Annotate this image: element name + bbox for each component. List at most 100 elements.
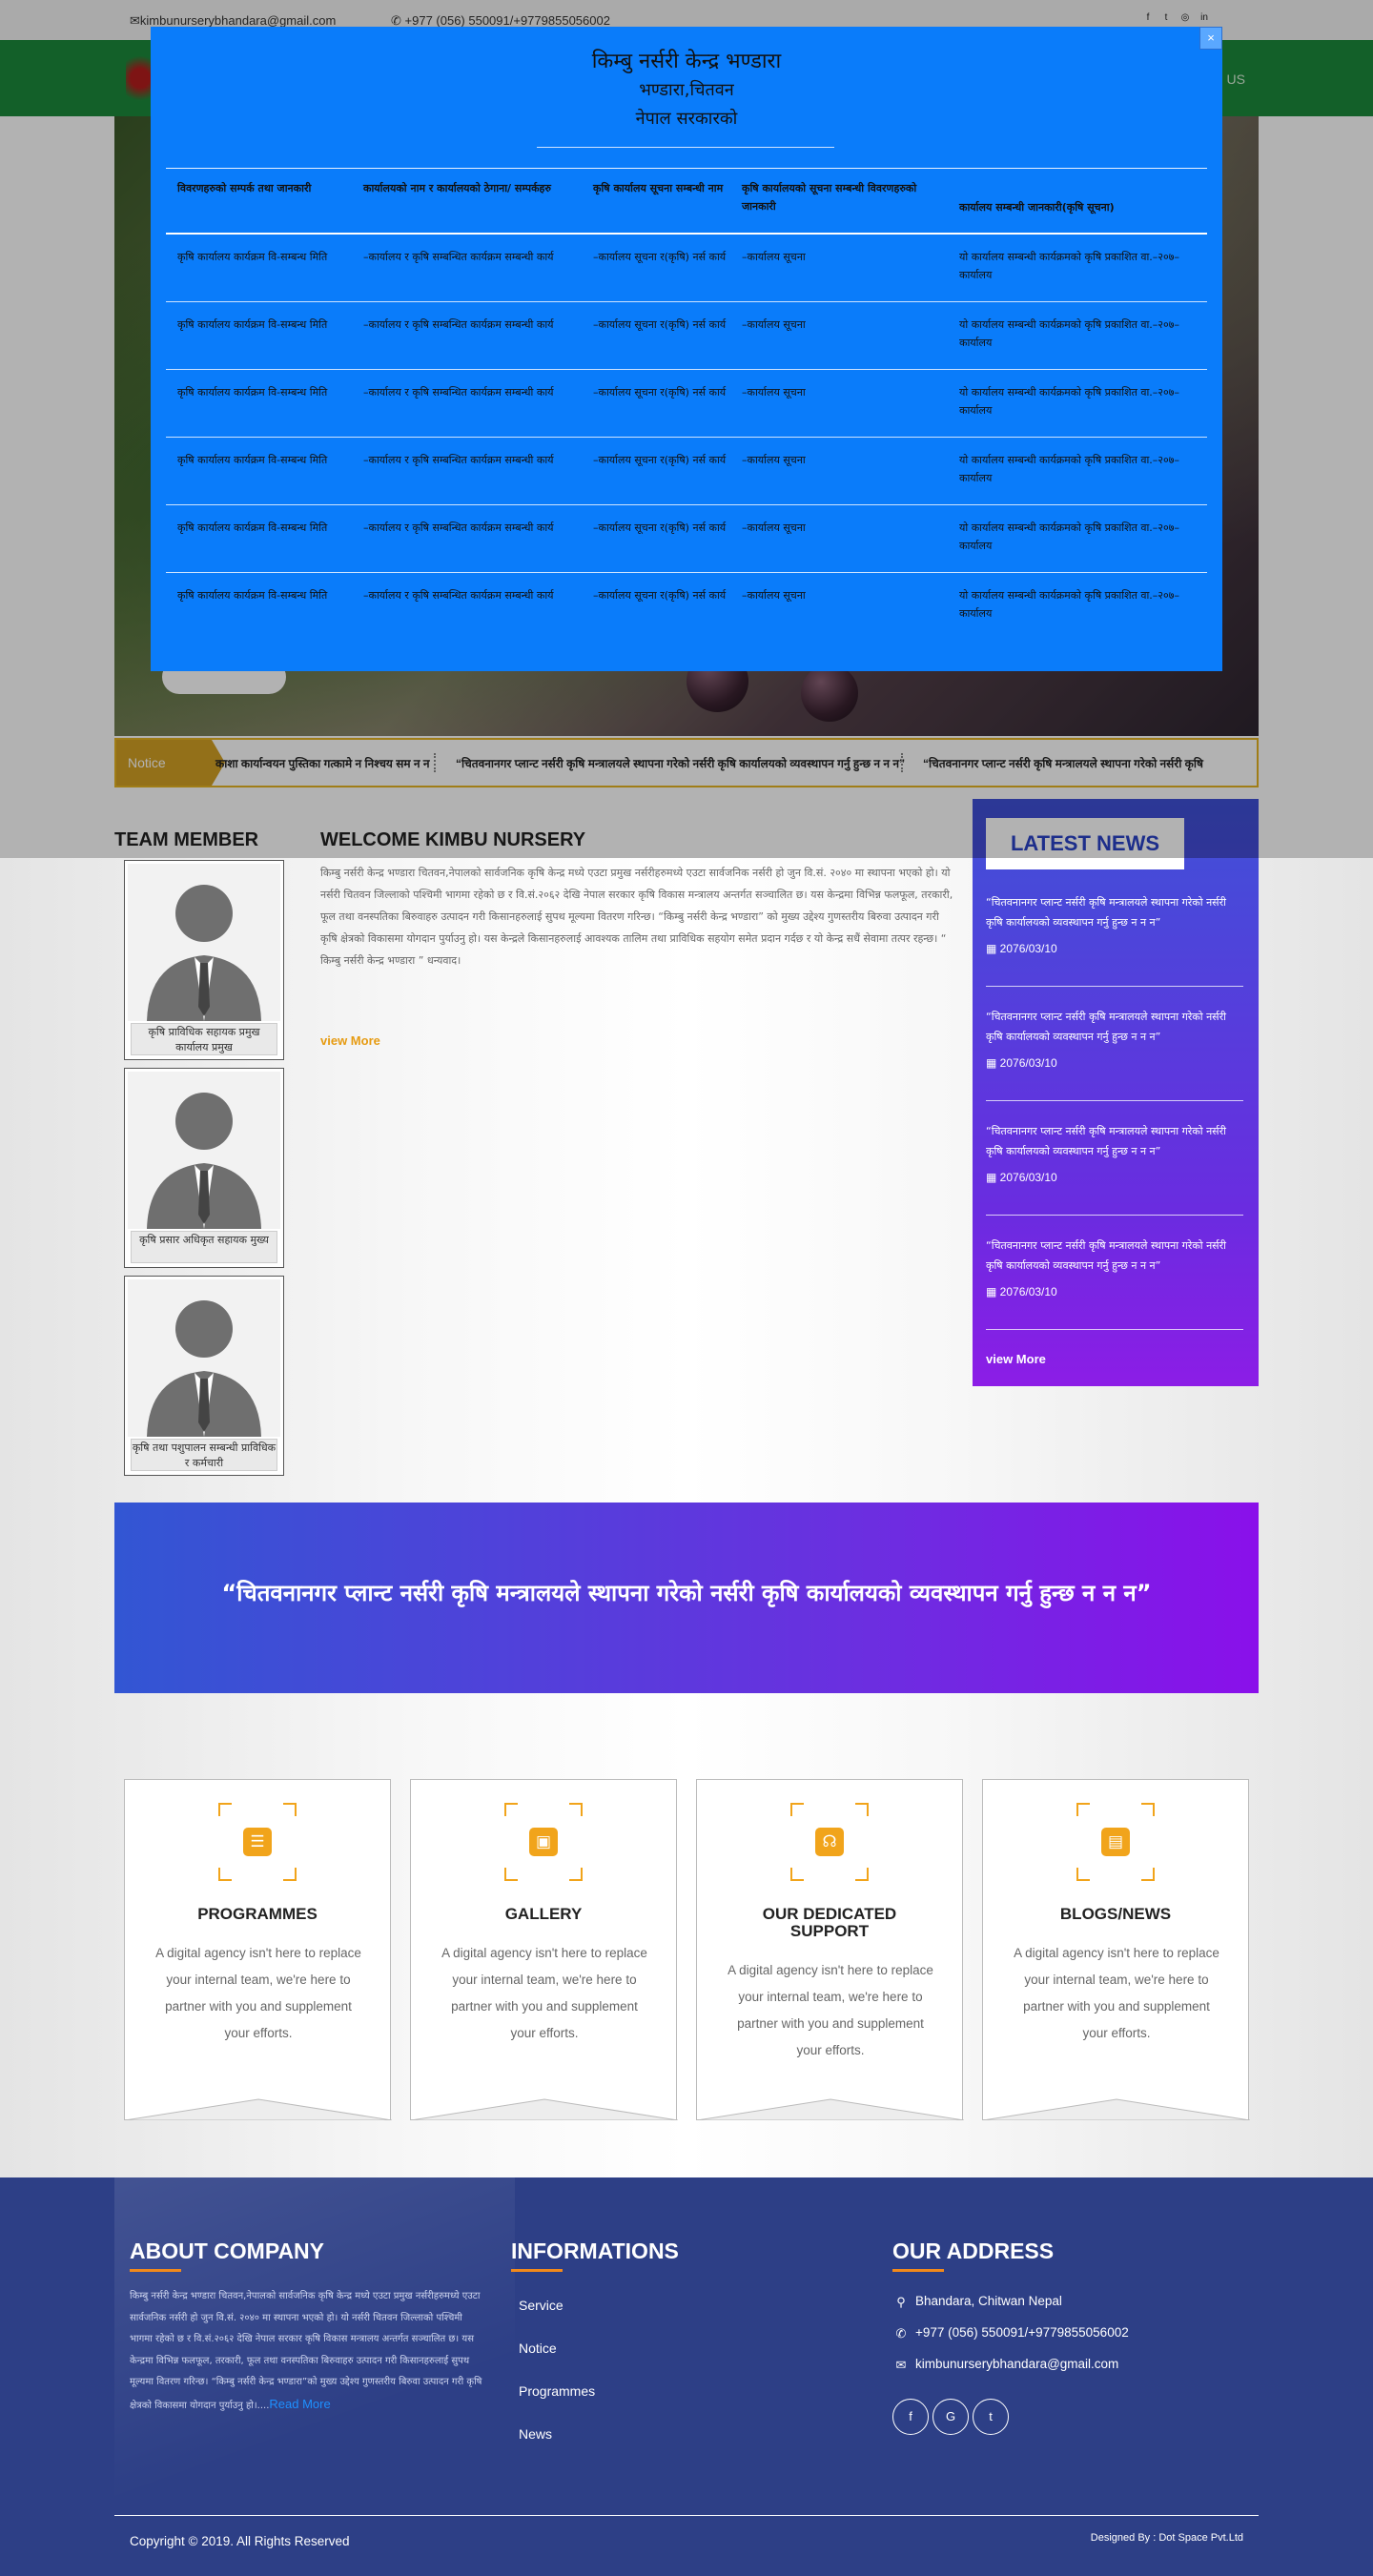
table-cell: कृषि कार्यालय कार्यक्रम वि-सम्बन्ध मिति [177, 454, 328, 466]
icon-glyph: ▣ [529, 1828, 558, 1856]
news-item-text[interactable]: “चितवनानगर प्लान्ट नर्सरी कृषि मन्त्रालय… [986, 1236, 1243, 1276]
table-cell: यो कार्यालय सम्बन्धी कार्यक्रमको कृषि प्… [959, 521, 1179, 552]
footer: ABOUT COMPANY किम्बु नर्सरी केन्द्र भण्ड… [0, 2177, 1373, 2576]
divider [892, 2269, 944, 2272]
divider [986, 986, 1243, 987]
news-date-text: 2076/03/10 [999, 1171, 1057, 1184]
divider [511, 2269, 563, 2272]
table-cell: यो कार्यालय सम्बन्धी कार्यक्रमको कृषि प्… [959, 589, 1179, 620]
card-description: A digital agency isn't here to replace y… [727, 1963, 933, 2057]
location-icon: ⚲ [896, 2295, 906, 2309]
table-cell: –कार्यालय सूचना र(कृषि) नर्स कार्य [593, 454, 727, 466]
team-member-card[interactable]: कृषि प्राविधिक सहायक प्रमुख कार्यालय प्र… [124, 860, 284, 1060]
card-notch [697, 2098, 964, 2120]
table-header: कार्यालय सम्बन्धी जानकारी(कृषि सूचना) [959, 201, 1115, 214]
table-cell: –कार्यालय सूचना र(कृषि) नर्स कार्य [593, 521, 727, 534]
table-cell: –कार्यालय सूचना र(कृषि) नर्स कार्य [593, 318, 727, 331]
table-cell: –कार्यालय र कृषि सम्बन्धित कार्यक्रम सम्… [363, 318, 554, 331]
table-cell: –कार्यालय सूचना [742, 251, 806, 263]
team-member-card[interactable]: कृषि तथा पशुपालन सम्बन्धी प्राविधिक र कर… [124, 1276, 284, 1476]
news-item-date: ▦ 2076/03/10 [986, 942, 1057, 955]
copyright: Copyright © 2019. All Rights Reserved [130, 2534, 350, 2548]
icon-glyph: ☰ [243, 1828, 272, 1856]
footer-link-service[interactable]: Service [519, 2298, 564, 2313]
table-cell: यो कार्यालय सम्बन्धी कार्यक्रमको कृषि प्… [959, 386, 1179, 417]
card-title: GALLERY [504, 1905, 583, 1923]
news-date-text: 2076/03/10 [999, 942, 1057, 955]
latest-news-panel: LATEST NEWS “चितवनानगर प्लान्ट नर्सरी कृ… [973, 799, 1259, 1386]
clipboard-icon: ☰ [218, 1803, 297, 1881]
news-view-more-link[interactable]: view More [986, 1352, 1046, 1366]
table-row: कृषि कार्यालय कार्यक्रम वि-सम्बन्ध मिति … [166, 235, 1207, 302]
icon-glyph: ▤ [1101, 1828, 1130, 1856]
headset-icon: ☊ [790, 1803, 869, 1881]
google-icon[interactable]: G [932, 2399, 969, 2435]
table-cell: –कार्यालय सूचना [742, 386, 806, 399]
table-row: कृषि कार्यालय कार्यक्रम वि-सम्बन्ध मिति … [166, 573, 1207, 641]
table-cell: –कार्यालय सूचना र(कृषि) नर्स कार्य [593, 386, 727, 399]
table-cell: –कार्यालय सूचना [742, 318, 806, 331]
card-description: A digital agency isn't here to replace y… [1014, 1946, 1219, 2040]
table-cell: कृषि कार्यालय कार्यक्रम वि-सम्बन्ध मिति [177, 521, 328, 534]
table-cell: कृषि कार्यालय कार्यक्रम वि-सम्बन्ध मिति [177, 589, 328, 602]
member-name: कृषि प्राविधिक सहायक प्रमुख कार्यालय प्र… [131, 1023, 277, 1055]
feature-card-programmes[interactable]: ☰ PROGRAMMES A digital agency isn't here… [124, 1779, 392, 2120]
footer-link-programmes[interactable]: Programmes [519, 2383, 595, 2399]
table-cell: –कार्यालय सूचना र(कृषि) नर्स कार्य [593, 589, 727, 602]
notice-modal: × किम्बु नर्सरी केन्द्र भण्डारा भण्डारा,… [151, 27, 1222, 671]
news-item-text[interactable]: “चितवनानगर प्लान्ट नर्सरी कृषि मन्त्रालय… [986, 1121, 1243, 1161]
card-notch [983, 2098, 1250, 2120]
welcome-text: किम्बु नर्सरी केन्द्र भण्डारा चितवन,नेपा… [320, 867, 953, 967]
card-title: OUR DEDICATED SUPPORT [762, 1905, 897, 1940]
table-cell: –कार्यालय र कृषि सम्बन्धित कार्यक्रम सम्… [363, 454, 554, 466]
image-icon: ▣ [504, 1803, 583, 1881]
card-title: PROGRAMMES [197, 1905, 318, 1923]
footer-phone: +977 (056) 550091/+9779855056002 [915, 2325, 1129, 2340]
quote-text: “चितवनानगर प्लान्ट नर्सरी कृषि मन्त्रालय… [221, 1580, 1152, 1606]
news-item-text[interactable]: “चितवनानगर प्लान्ट नर्सरी कृषि मन्त्रालय… [986, 892, 1243, 932]
twitter-icon[interactable]: t [973, 2399, 1009, 2435]
quote-banner: “चितवनानगर प्लान्ट नर्सरी कृषि मन्त्रालय… [114, 1503, 1259, 1693]
news-date-text: 2076/03/10 [999, 1285, 1057, 1298]
table-row: कृषि कार्यालय कार्यक्रम वि-सम्बन्ध मिति … [166, 505, 1207, 573]
table-cell: कृषि कार्यालय कार्यक्रम वि-सम्बन्ध मिति [177, 251, 328, 263]
divider [114, 2515, 1259, 2516]
news-item-text[interactable]: “चितवनानगर प्लान्ट नर्सरी कृषि मन्त्रालय… [986, 1007, 1243, 1047]
table-cell: –कार्यालय र कृषि सम्बन्धित कार्यक्रम सम्… [363, 386, 554, 399]
member-name: कृषि तथा पशुपालन सम्बन्धी प्राविधिक र कर… [131, 1439, 277, 1471]
team-member-card[interactable]: कृषि प्रसार अधिकृत सहायक मुख्य [124, 1068, 284, 1268]
facebook-icon[interactable]: f [892, 2399, 929, 2435]
table-cell: यो कार्यालय सम्बन्धी कार्यक्रमको कृषि प्… [959, 318, 1179, 349]
divider [166, 168, 1207, 169]
feature-card-support[interactable]: ☊ OUR DEDICATED SUPPORT A digital agency… [696, 1779, 964, 2120]
table-row: कृषि कार्यालय कार्यक्रम वि-सम्बन्ध मिति … [166, 370, 1207, 438]
table-cell: यो कार्यालय सम्बन्धी कार्यक्रमको कृषि प्… [959, 454, 1179, 484]
modal-title: किम्बु नर्सरी केन्द्र भण्डारा [591, 50, 782, 73]
table-cell: –कार्यालय र कृषि सम्बन्धित कार्यक्रम सम्… [363, 521, 554, 534]
read-more-link[interactable]: Read More [269, 2397, 330, 2411]
mail-icon: ✉ [895, 2358, 907, 2372]
table-header: विवरणहरुको सम्पर्क तथा जानकारी [177, 182, 312, 194]
footer-about-text: किम्बु नर्सरी केन्द्र भण्डारा चितवन,नेपा… [130, 2286, 484, 2417]
footer-info-title: INFORMATIONS [511, 2239, 679, 2263]
footer-address-title: OUR ADDRESS [892, 2239, 1055, 2263]
footer-email[interactable]: kimbunurserybhandara@gmail.com [915, 2357, 1118, 2371]
table-cell: –कार्यालय सूचना [742, 521, 806, 534]
feature-card-blogs[interactable]: ▤ BLOGS/NEWS A digital agency isn't here… [982, 1779, 1250, 2120]
divider [537, 147, 834, 148]
divider [986, 1100, 1243, 1101]
footer-link-news[interactable]: News [519, 2426, 552, 2442]
avatar [128, 864, 280, 1021]
card-notch [411, 2098, 678, 2120]
table-cell: –कार्यालय र कृषि सम्बन्धित कार्यक्रम सम्… [363, 251, 554, 263]
footer-link-notice[interactable]: Notice [519, 2341, 557, 2356]
avatar [128, 1279, 280, 1437]
table-row: कृषि कार्यालय कार्यक्रम वि-सम्बन्ध मिति … [166, 438, 1207, 505]
divider [986, 1329, 1243, 1330]
divider [130, 2269, 181, 2272]
welcome-view-more-link[interactable]: view More [320, 1033, 380, 1048]
table-cell: यो कार्यालय सम्बन्धी कार्यक्रमको कृषि प्… [959, 251, 1179, 281]
news-item-date: ▦ 2076/03/10 [986, 1285, 1057, 1298]
feature-card-gallery[interactable]: ▣ GALLERY A digital agency isn't here to… [410, 1779, 678, 2120]
blog-icon: ▤ [1076, 1803, 1155, 1881]
